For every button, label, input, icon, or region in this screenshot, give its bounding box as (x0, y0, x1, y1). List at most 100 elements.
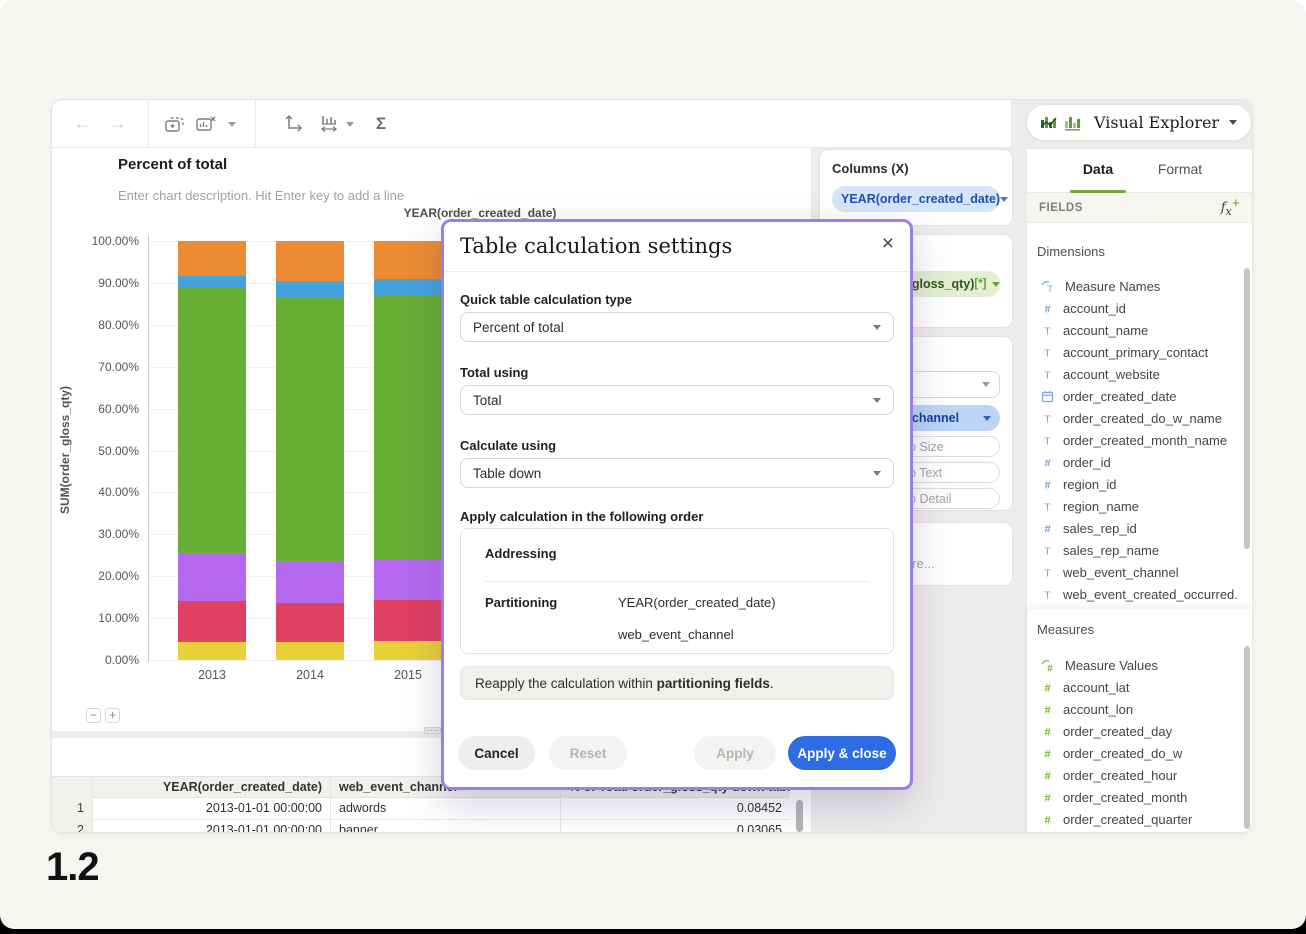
calculate-using-select[interactable]: Table down (460, 458, 894, 488)
svg-text:#: # (1044, 792, 1050, 804)
bar-segment-segment-yellow[interactable] (276, 642, 344, 660)
field-item-account-lon[interactable]: #account_lon (1041, 698, 1237, 720)
quick-calc-select[interactable]: Percent of total (460, 312, 894, 342)
field-item-web-event-created-occurred-[interactable]: Tweb_event_created_occurred... (1041, 583, 1237, 605)
zoom-in-button[interactable]: + (105, 708, 120, 723)
field-item-account-lat[interactable]: #account_lat (1041, 676, 1237, 698)
field-label: order_created_month_name (1063, 433, 1227, 448)
field-label: order_created_do_w (1063, 746, 1182, 761)
table-row[interactable]: 22013-01-01 00:00:00banner0.03065 (52, 820, 790, 832)
bar-segment-segment-purple[interactable] (374, 559, 442, 600)
apply-close-button[interactable]: Apply & close (788, 736, 896, 770)
bar-segment-segment-blue[interactable] (276, 281, 344, 299)
tab-format[interactable]: Format (1158, 161, 1202, 177)
field-item-order-id[interactable]: #order_id (1041, 451, 1237, 473)
measures-scrollbar[interactable] (1244, 646, 1250, 829)
swap-axes-icon[interactable] (281, 100, 305, 148)
add-formula-icon[interactable]: fx+ (1221, 198, 1240, 218)
columns-pill[interactable]: YEAR(order_created_date) (832, 186, 1000, 212)
calculate-using-value: Table down (473, 466, 541, 481)
bar-segment-segment-green[interactable] (374, 295, 442, 559)
measures-section-label: Measures (1037, 622, 1094, 637)
chart-y-axis-label: SUM(order_gloss_qty) (58, 386, 72, 514)
remove-chart-icon[interactable] (194, 100, 218, 148)
close-icon[interactable]: × (882, 233, 894, 254)
forward-arrow-icon[interactable]: → (108, 100, 128, 148)
chart-title[interactable]: Percent of total (118, 156, 227, 173)
bar-segment-segment-orange[interactable] (178, 241, 246, 276)
bar-segment-segment-red[interactable] (374, 600, 442, 641)
field-label: account_id (1063, 301, 1126, 316)
field-item-order-created-week[interactable]: #order_created_week (1041, 830, 1237, 832)
apply-button[interactable]: Apply (694, 736, 776, 770)
reset-button[interactable]: Reset (549, 736, 627, 770)
total-using-select[interactable]: Total (460, 385, 894, 415)
zoom-out-button[interactable]: − (86, 708, 101, 723)
duplicate-chart-icon[interactable] (163, 100, 187, 148)
bar-segment-segment-yellow[interactable] (374, 641, 442, 660)
chart-description[interactable]: Enter chart description. Hit Enter key t… (118, 188, 404, 203)
partitioning-field[interactable]: YEAR(order_created_date) (618, 595, 776, 610)
text-icon: T (1041, 412, 1054, 425)
field-item-sales-rep-id[interactable]: #sales_rep_id (1041, 517, 1237, 539)
field-item-order-created-do-w-name[interactable]: Torder_created_do_w_name (1041, 407, 1237, 429)
remove-chart-caret-icon[interactable] (226, 100, 238, 148)
panel-splitter-handle[interactable] (424, 727, 441, 734)
back-arrow-icon[interactable]: ← (72, 100, 92, 148)
field-item-account-website[interactable]: Taccount_website (1041, 363, 1237, 385)
dimensions-scrollbar[interactable] (1244, 268, 1250, 549)
field-item-order-created-date[interactable]: order_created_date (1041, 385, 1237, 407)
field-item-account-primary-contact[interactable]: Taccount_primary_contact (1041, 341, 1237, 363)
bar-segment-segment-green[interactable] (276, 298, 344, 560)
y-tick-label: 10.00% (98, 611, 139, 625)
table-row[interactable]: 12013-01-01 00:00:00adwords0.08452 (52, 798, 790, 820)
tab-data[interactable]: Data (1083, 161, 1113, 177)
field-item-account-name[interactable]: Taccount_name (1041, 319, 1237, 341)
bar-segment-segment-blue[interactable] (374, 279, 442, 296)
field-item-order-created-quarter[interactable]: #order_created_quarter (1041, 808, 1237, 830)
field-item-web-event-channel[interactable]: Tweb_event_channel (1041, 561, 1237, 583)
stacked-bar-2013[interactable] (178, 241, 246, 660)
bar-segment-segment-purple[interactable] (178, 553, 246, 601)
field-item-order-created-hour[interactable]: #order_created_hour (1041, 764, 1237, 786)
table-header-cell[interactable] (52, 777, 92, 799)
field-item-account-id[interactable]: #account_id (1041, 297, 1237, 319)
bar-size-icon[interactable] (318, 100, 342, 148)
text-icon: T (1041, 324, 1054, 337)
fields-header-bar: FIELDS fx+ (1027, 193, 1252, 223)
partitioning-label: Partitioning (485, 595, 557, 610)
field-item-measure-names[interactable]: TMeasure Names (1041, 275, 1237, 297)
aggregate-sigma-icon[interactable]: Σ (370, 100, 392, 148)
field-item-region-name[interactable]: Tregion_name (1041, 495, 1237, 517)
partitioning-field[interactable]: web_event_channel (618, 627, 734, 642)
field-item-order-created-month-name[interactable]: Torder_created_month_name (1041, 429, 1237, 451)
field-label: web_event_created_occurred... (1063, 587, 1237, 602)
field-item-order-created-month[interactable]: #order_created_month (1041, 786, 1237, 808)
stacked-bar-2015[interactable] (374, 241, 442, 660)
bar-segment-segment-orange[interactable] (276, 241, 344, 281)
field-item-region-id[interactable]: #region_id (1041, 473, 1237, 495)
number-icon: # (1041, 813, 1054, 826)
bar-segment-segment-green[interactable] (178, 288, 246, 553)
number-icon: # (1041, 791, 1054, 804)
svg-text:T: T (1044, 589, 1051, 601)
cancel-button[interactable]: Cancel (458, 736, 535, 770)
app-switcher[interactable]: Visual Explorer (1026, 104, 1252, 141)
bar-segment-segment-red[interactable] (178, 601, 246, 642)
bar-segment-segment-orange[interactable] (374, 241, 442, 279)
bar-size-caret-icon[interactable] (344, 100, 356, 148)
table-scrollbar[interactable] (796, 800, 803, 832)
table-header-cell[interactable]: YEAR(order_created_date) (92, 777, 330, 799)
field-item-order-created-day[interactable]: #order_created_day (1041, 720, 1237, 742)
bar-segment-segment-yellow[interactable] (178, 642, 246, 660)
bar-segment-segment-red[interactable] (276, 603, 344, 642)
bar-segment-segment-purple[interactable] (276, 561, 344, 603)
field-item-order-created-do-w[interactable]: #order_created_do_w (1041, 742, 1237, 764)
stacked-bar-2014[interactable] (276, 241, 344, 660)
field-item-measure-values[interactable]: #Measure Values (1041, 654, 1237, 676)
svg-text:#: # (1047, 663, 1053, 672)
bar-segment-segment-blue[interactable] (178, 276, 246, 289)
y-tick-label: 100.00% (92, 234, 139, 248)
field-item-sales-rep-name[interactable]: Tsales_rep_name (1041, 539, 1237, 561)
field-label: region_name (1063, 499, 1139, 514)
